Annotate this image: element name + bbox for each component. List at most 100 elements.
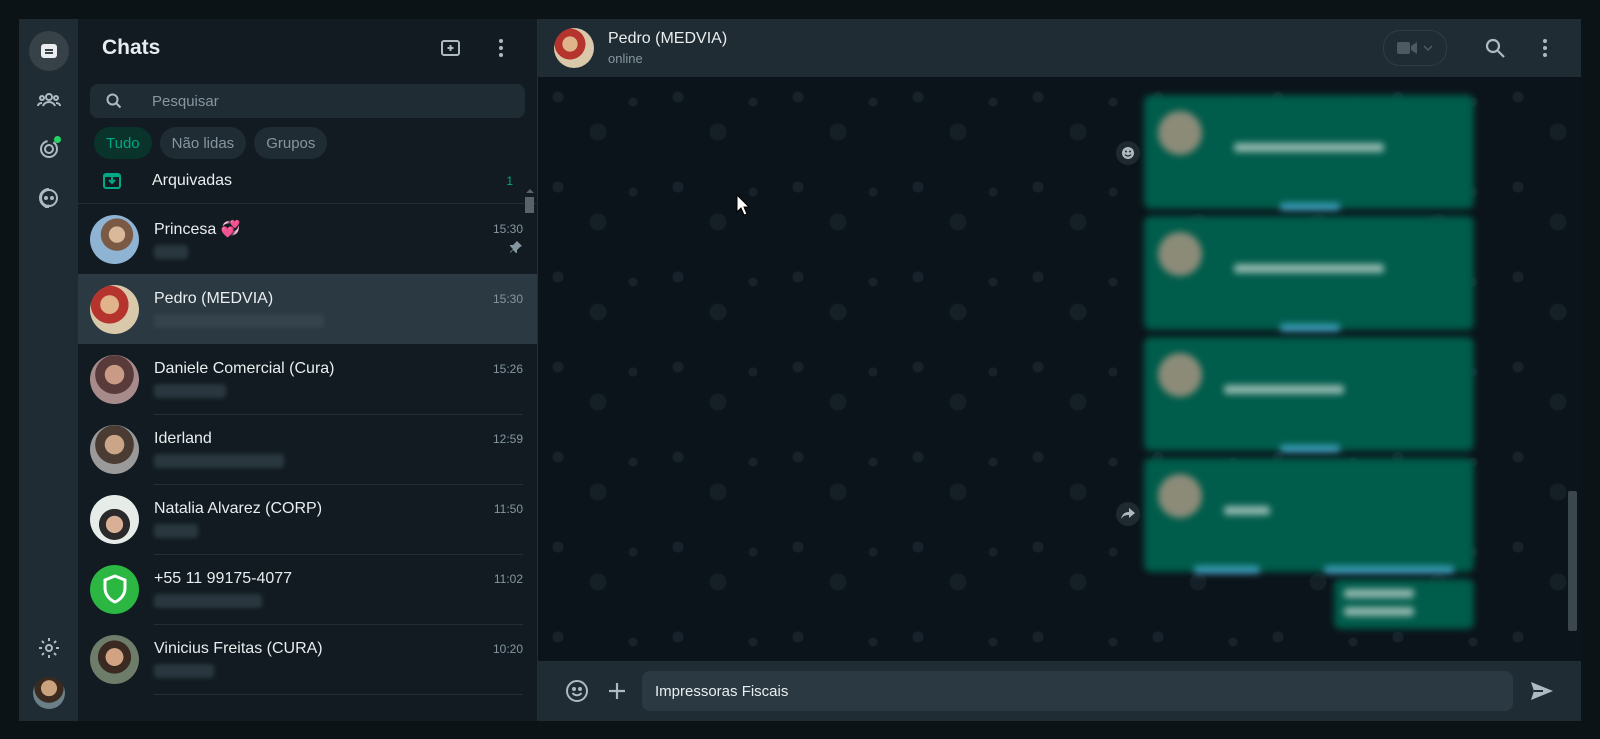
chat-time: 11:02 — [493, 571, 523, 586]
more-vertical-icon — [1543, 39, 1547, 57]
more-vertical-icon — [499, 39, 503, 57]
message-bubble-blurred[interactable] — [1144, 216, 1474, 332]
chat-name: +55 11 99175-4077 — [154, 569, 293, 587]
archived-label: Arquivadas — [152, 172, 233, 189]
chat-preview-blurred — [154, 523, 198, 538]
contact-avatar — [90, 354, 139, 404]
contact-avatar[interactable] — [554, 28, 594, 68]
chat-time: 12:59 — [492, 431, 523, 446]
chat-preview-blurred — [154, 383, 226, 398]
conversation-menu-button[interactable] — [1525, 28, 1565, 68]
chat-time: 10:20 — [492, 641, 523, 656]
message-list — [1144, 77, 1474, 636]
scroll-up-arrow-icon[interactable] — [526, 187, 534, 195]
chat-preview-blurred — [154, 453, 284, 468]
chat-preview-blurred — [154, 593, 262, 608]
chat-name: Vinicius Freitas (CURA) — [154, 639, 323, 657]
video-call-button[interactable] — [1383, 30, 1447, 66]
message-bubble-blurred[interactable] — [1334, 579, 1474, 629]
chat-list-panel: Chats Pesquisar Tudo Não lidas Grupos Ar… — [78, 19, 538, 721]
chat-preview-blurred — [154, 313, 324, 328]
filter-groups[interactable]: Grupos — [254, 127, 328, 159]
status-unread-dot — [53, 136, 61, 143]
search-placeholder: Pesquisar — [152, 92, 219, 110]
emoji-picker-button[interactable] — [562, 676, 592, 706]
emoji-icon — [1122, 147, 1134, 159]
chat-row[interactable]: Vinicius Freitas (CURA) 10:20 — [78, 624, 537, 695]
contact-name: Pedro (MEDVIA) — [608, 30, 728, 47]
forward-button[interactable] — [1116, 502, 1140, 526]
chat-list-title: Chats — [102, 36, 161, 59]
contact-avatar — [90, 214, 139, 264]
chat-row[interactable]: +55 11 99175-4077 11:02 — [78, 554, 537, 625]
new-chat-icon — [441, 40, 460, 56]
archive-icon — [103, 173, 121, 189]
chat-list-scrollbar[interactable] — [525, 197, 534, 213]
contact-avatar — [90, 424, 139, 474]
contact-avatar — [90, 634, 139, 684]
shield-logo-icon — [103, 574, 126, 604]
chat-time: 15:26 — [492, 361, 523, 376]
chat-row[interactable]: Daniele Comercial (Cura) 15:26 — [78, 344, 537, 415]
pin-icon — [510, 241, 522, 253]
chat-name: Iderland — [154, 429, 212, 447]
chevron-down-icon — [1423, 45, 1433, 51]
video-camera-icon — [1397, 42, 1417, 54]
chat-row[interactable]: Iderland 12:59 — [78, 414, 537, 485]
attach-button[interactable] — [602, 676, 632, 706]
chats-nav-button[interactable] — [28, 31, 69, 71]
message-composer: Impressoras Fiscais — [538, 661, 1581, 721]
new-chat-button[interactable] — [431, 28, 471, 68]
contact-avatar — [90, 284, 139, 334]
message-bubble-blurred[interactable] — [1144, 458, 1474, 574]
message-bubble-blurred[interactable] — [1144, 95, 1474, 211]
chat-row[interactable]: Princesa 💞 15:30 — [78, 204, 537, 275]
communities-nav-button[interactable] — [29, 80, 69, 120]
chat-time: 15:30 — [492, 291, 523, 306]
forward-icon — [1121, 508, 1135, 519]
chat-time: 15:30 — [492, 221, 523, 236]
search-input[interactable]: Pesquisar — [90, 84, 525, 118]
message-bubble-blurred[interactable] — [1144, 337, 1474, 453]
profile-avatar[interactable] — [32, 677, 65, 709]
archived-row[interactable]: Arquivadas 1 — [78, 159, 537, 204]
chat-preview-blurred — [154, 663, 214, 678]
filter-chips: Tudo Não lidas Grupos — [78, 118, 537, 159]
chat-time: 11:50 — [493, 501, 523, 516]
chat-row[interactable]: Natalia Alvarez (CORP) 11:50 — [78, 484, 537, 555]
filter-unread[interactable]: Não lidas — [159, 127, 247, 159]
nav-rail — [19, 19, 78, 721]
message-input[interactable]: Impressoras Fiscais — [642, 671, 1513, 711]
search-icon — [106, 93, 122, 109]
chat-preview-blurred — [154, 244, 188, 259]
channels-icon — [38, 188, 58, 208]
status-nav-button[interactable] — [29, 129, 69, 169]
chat-list-menu-button[interactable] — [481, 28, 521, 68]
send-button[interactable] — [1527, 676, 1557, 706]
settings-nav-button[interactable] — [29, 628, 69, 668]
search-icon — [1485, 38, 1505, 58]
settings-icon — [38, 638, 59, 658]
chat-name: Pedro (MEDVIA) — [154, 289, 274, 307]
contact-avatar — [90, 564, 139, 614]
emoji-icon — [566, 680, 588, 702]
react-emoji-button[interactable] — [1116, 141, 1140, 165]
conversation-panel: Pedro (MEDVIA) online Impressoras Fiscai… — [538, 19, 1581, 721]
contact-avatar — [90, 494, 139, 544]
chat-name: Daniele Comercial (Cura) — [154, 359, 335, 377]
contact-status: online — [608, 51, 643, 66]
conversation-header[interactable]: Pedro (MEDVIA) online — [538, 19, 1581, 77]
mouse-cursor-icon — [736, 194, 750, 216]
plus-icon — [609, 683, 625, 699]
chat-row[interactable]: Pedro (MEDVIA) 15:30 — [78, 274, 537, 344]
channels-nav-button[interactable] — [29, 178, 69, 218]
chat-name: Princesa 💞 — [154, 220, 241, 238]
search-messages-button[interactable] — [1475, 28, 1515, 68]
communities-icon — [36, 93, 61, 107]
app-window: Chats Pesquisar Tudo Não lidas Grupos Ar… — [19, 19, 1581, 721]
filter-all[interactable]: Tudo — [94, 127, 152, 159]
chats-icon — [40, 44, 57, 58]
chat-name: Natalia Alvarez (CORP) — [154, 499, 323, 517]
archived-count: 1 — [506, 174, 513, 188]
conversation-scrollbar[interactable] — [1568, 491, 1577, 631]
